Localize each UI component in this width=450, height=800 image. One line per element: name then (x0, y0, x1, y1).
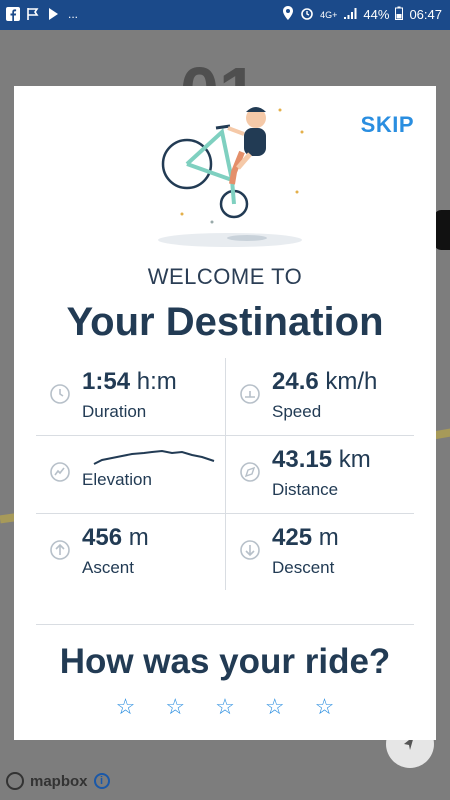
duration-label: Duration (82, 402, 147, 421)
descent-value: 425 (272, 524, 313, 551)
mapbox-attribution[interactable]: mapbox i (6, 772, 110, 790)
clock-icon (50, 384, 70, 404)
alarm-icon (300, 6, 314, 23)
arrow-up-icon (50, 540, 70, 560)
play-store-icon (46, 7, 60, 21)
duration-value-row: 1:54 h:m (82, 368, 177, 396)
stat-elevation: Elevation (36, 436, 225, 513)
cyclist-illustration (158, 107, 304, 247)
location-icon (282, 6, 294, 23)
elevation-label: Elevation (82, 470, 152, 489)
mapbox-logo-icon (6, 772, 24, 790)
battery-level: 44% (363, 7, 390, 22)
section-divider (36, 624, 414, 625)
arrow-down-icon (240, 540, 260, 560)
more-notifications: ... (67, 7, 78, 21)
stat-speed: 24.6 km/h Speed (226, 358, 415, 435)
ascent-unit: m (128, 524, 149, 551)
star-rating: ☆ ☆ ☆ ☆ ☆ (14, 694, 436, 720)
ascent-label: Ascent (82, 558, 134, 577)
signal-icon (343, 6, 357, 23)
speed-label: Speed (272, 402, 322, 421)
info-icon[interactable]: i (93, 773, 110, 789)
distance-label: Distance (272, 480, 339, 499)
speed-value-row: 24.6 km/h (272, 368, 377, 396)
distance-unit: km (338, 446, 371, 473)
elevation-icon (50, 462, 70, 482)
destination-title: Your Destination (66, 300, 384, 344)
star-3-icon[interactable]: ☆ (215, 694, 235, 720)
welcome-label: WELCOME TO (147, 264, 303, 289)
elevation-profile (93, 449, 215, 465)
notification-icons: ... (6, 7, 80, 21)
rating-question: How was your ride? (59, 642, 391, 681)
mapbox-label: mapbox (30, 772, 88, 790)
status-bar: ... 4G+ 44% 06:47 (0, 0, 450, 30)
duration-value: 1:54 (82, 368, 131, 395)
skip-button[interactable]: SKIP (361, 112, 414, 138)
system-status: 4G+ 44% 06:47 (282, 6, 442, 23)
stat-descent: 425 m Descent (226, 514, 415, 591)
descent-value-row: 425 m (272, 524, 339, 552)
ascent-value-row: 456 m (82, 524, 149, 552)
compass-icon (240, 462, 260, 482)
duration-unit: h:m (136, 368, 177, 395)
ride-summary-dialog: SKIP WELCOME TO Your Destination 1:54 h:… (14, 86, 436, 740)
speed-value: 24.6 (272, 368, 319, 395)
stats-grid: 1:54 h:m Duration 24.6 km/h Speed Elevat… (36, 358, 414, 590)
descent-label: Descent (272, 558, 335, 577)
clock: 06:47 (409, 7, 442, 22)
star-5-icon[interactable]: ☆ (315, 694, 335, 720)
speed-unit: km/h (325, 368, 378, 395)
star-4-icon[interactable]: ☆ (265, 694, 285, 720)
speedometer-icon (240, 384, 260, 404)
stat-duration: 1:54 h:m Duration (36, 358, 225, 435)
stat-distance: 43.15 km Distance (226, 436, 415, 513)
stat-ascent: 456 m Ascent (36, 514, 225, 591)
distance-value: 43.15 (272, 446, 333, 473)
facebook-icon (6, 7, 20, 21)
ascent-value: 456 (82, 524, 123, 551)
flag-icon (26, 7, 40, 21)
descent-unit: m (318, 524, 339, 551)
battery-icon (395, 6, 404, 23)
star-1-icon[interactable]: ☆ (116, 694, 136, 720)
star-2-icon[interactable]: ☆ (165, 694, 185, 720)
distance-value-row: 43.15 km (272, 446, 371, 474)
network-type: 4G+ (320, 9, 338, 20)
